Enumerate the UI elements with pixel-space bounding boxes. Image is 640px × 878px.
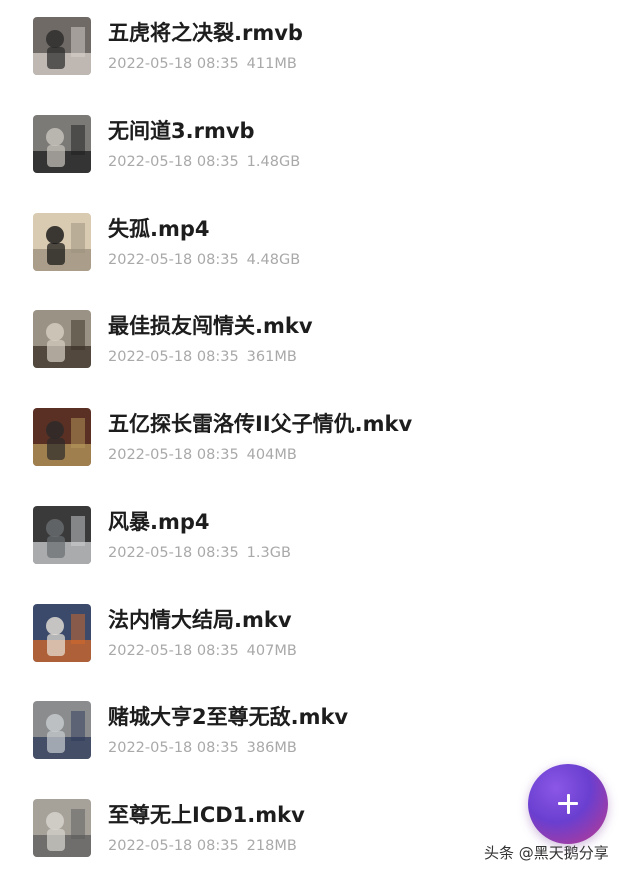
file-size: 218MB: [246, 838, 297, 854]
file-name: 赌城大亨2至尊无敌.mkv: [108, 705, 349, 730]
add-file-button[interactable]: [528, 764, 608, 844]
file-size: 1.3GB: [246, 544, 291, 561]
plus-icon: [528, 764, 608, 844]
file-date: 2022-05-18 08:35: [108, 153, 239, 170]
file-size: 386MB: [246, 740, 297, 757]
file-size: 4.48GB: [246, 251, 301, 268]
video-thumbnail: [33, 505, 91, 564]
file-date: 2022-05-18 08:35: [108, 447, 239, 463]
file-size: 404MB: [246, 447, 297, 463]
file-meta: 2022-05-18 08:35 361MB: [108, 347, 297, 367]
video-thumbnail: [33, 17, 91, 75]
file-name: 风暴.mp4: [108, 509, 210, 534]
video-thumbnail: [33, 603, 91, 662]
file-date: 2022-05-18 08:35: [108, 56, 239, 72]
video-thumbnail: [33, 799, 91, 857]
file-name: 五亿探长雷洛传II父子情仇.mkv: [108, 412, 413, 436]
file-date: 2022-05-18 08:35: [108, 642, 239, 659]
file-date: 2022-05-18 08:35: [108, 349, 239, 366]
video-thumbnail: [33, 701, 91, 760]
file-meta: 2022-05-18 08:35 1.3GB: [108, 543, 291, 563]
file-name: 至尊无上ICD1.mkv: [108, 803, 305, 827]
file-meta: 2022-05-18 08:35 1.48GB: [108, 152, 300, 172]
file-meta: 2022-05-18 08:35 411MB: [108, 54, 297, 74]
video-thumbnail: [33, 212, 91, 271]
file-size: 407MB: [246, 642, 297, 659]
list-item[interactable]: 无间道3.rmvb 2022-05-18 08:35 1.48GB: [0, 98, 640, 196]
watermark-text: 头条 @黑天鹅分享: [484, 844, 609, 862]
file-meta: 2022-05-18 08:35 4.48GB: [108, 250, 300, 270]
file-name: 最佳损友闯情关.mkv: [108, 314, 313, 339]
file-meta: 2022-05-18 08:35 218MB: [108, 836, 297, 856]
file-size: 361MB: [246, 349, 297, 366]
file-date: 2022-05-18 08:35: [108, 740, 239, 757]
list-item[interactable]: 五虎将之决裂.rmvb 2022-05-18 08:35 411MB: [0, 0, 640, 98]
file-meta: 2022-05-18 08:35 407MB: [108, 641, 297, 661]
list-item[interactable]: 最佳损友闯情关.mkv 2022-05-18 08:35 361MB: [0, 293, 640, 391]
list-item[interactable]: 风暴.mp4 2022-05-18 08:35 1.3GB: [0, 489, 640, 587]
file-date: 2022-05-18 08:35: [108, 251, 239, 268]
list-item[interactable]: 五亿探长雷洛传II父子情仇.mkv 2022-05-18 08:35 404MB: [0, 391, 640, 489]
file-name: 五虎将之决裂.rmvb: [108, 21, 303, 45]
file-name: 失孤.mp4: [108, 216, 210, 241]
list-item[interactable]: 法内情大结局.mkv 2022-05-18 08:35 407MB: [0, 587, 640, 685]
file-meta: 2022-05-18 08:35 386MB: [108, 738, 297, 758]
file-date: 2022-05-18 08:35: [108, 838, 239, 854]
file-list-screen: 五虎将之决裂.rmvb 2022-05-18 08:35 411MB 无间道3.rmv…: [0, 0, 640, 878]
video-thumbnail: [33, 114, 91, 173]
file-meta: 2022-05-18 08:35 404MB: [108, 445, 297, 465]
video-thumbnail: [33, 408, 91, 466]
list-item[interactable]: 失孤.mp4 2022-05-18 08:35 4.48GB: [0, 196, 640, 294]
file-name: 无间道3.rmvb: [108, 118, 255, 143]
file-date: 2022-05-18 08:35: [108, 544, 239, 561]
video-file-list: 五虎将之决裂.rmvb 2022-05-18 08:35 411MB 无间道3.rmv…: [0, 0, 640, 878]
file-size: 1.48GB: [246, 153, 301, 170]
file-name: 法内情大结局.mkv: [108, 607, 292, 632]
file-size: 411MB: [246, 56, 297, 72]
video-thumbnail: [33, 310, 91, 369]
